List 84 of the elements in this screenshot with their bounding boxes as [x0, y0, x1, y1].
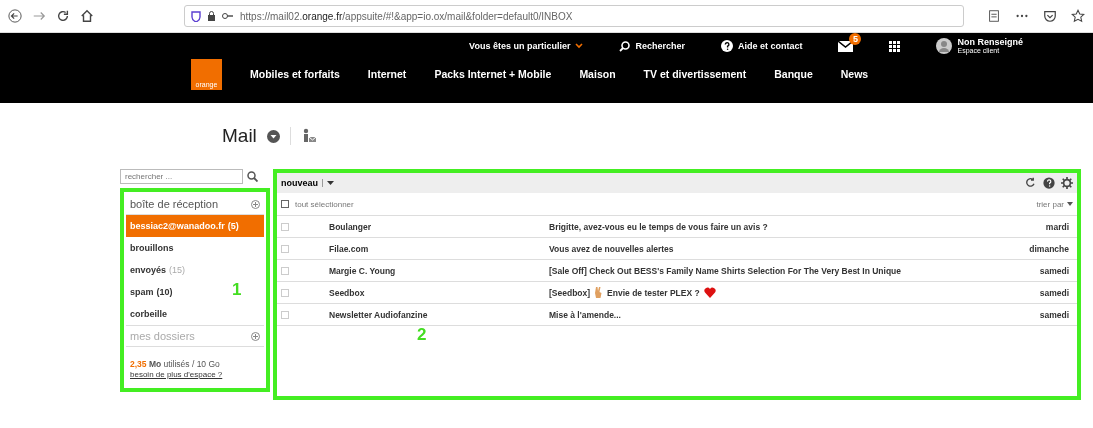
nav-link[interactable]: Mobiles et forfaits — [250, 68, 340, 90]
url-text: https://mail02.orange.fr/appsuite/#!&app=io.ox/mail&folder=default0/INBOX — [240, 10, 573, 22]
row-checkbox[interactable] — [281, 266, 289, 275]
avatar-icon[interactable] — [936, 38, 953, 54]
sender: Newsletter Audiofanzine — [329, 309, 429, 320]
message-subject: [Sale Off] Check Out BESS's Family Name Shirts Selection For The Very Best In Unique — [549, 265, 902, 276]
new-button[interactable]: nouveau — [281, 178, 334, 188]
nav-link[interactable]: News — [840, 68, 869, 90]
annotation-label: 1 — [232, 280, 242, 300]
row-checkbox[interactable] — [281, 310, 289, 319]
message-date: mardi — [1045, 221, 1069, 232]
search-link[interactable]: Rechercher — [619, 40, 685, 52]
folder-count: (10) — [156, 287, 173, 297]
folder-item[interactable]: envoyés (15) — [126, 259, 190, 281]
message-row[interactable]: Newsletter Audiofanzine Mise à l'amende... samedi — [277, 304, 1077, 326]
nav-link[interactable]: TV et divertissement — [643, 68, 747, 90]
lock-icon — [207, 11, 216, 21]
select-all-checkbox[interactable] — [281, 200, 289, 208]
nav-link[interactable]: Banque — [774, 68, 813, 90]
message-date: samedi — [1039, 287, 1069, 298]
message-row[interactable]: Seedbox [Seedbox] Envie de tester PLEX ? samedi — [277, 282, 1077, 304]
heart-icon — [703, 287, 716, 298]
folder-count: (15) — [169, 265, 186, 275]
user-name[interactable]: Non Renseigné — [957, 38, 1023, 47]
quota-text: 2,35 Mo utilisés / 10 Go — [130, 359, 220, 369]
add-folder-icon[interactable] — [251, 331, 260, 341]
sender: Margie C. Young — [329, 265, 397, 276]
hand-icon — [594, 287, 604, 298]
folder-item[interactable]: brouillons — [126, 237, 178, 259]
row-checkbox[interactable] — [281, 288, 289, 297]
search-field[interactable]: rechercher ... — [120, 169, 243, 184]
folder-item[interactable]: corbeille — [126, 303, 171, 325]
back-icon[interactable] — [8, 9, 22, 23]
add-folder-icon[interactable] — [251, 199, 260, 209]
nav-link[interactable]: Packs Internet + Mobile — [434, 68, 552, 90]
row-checkbox[interactable] — [281, 222, 289, 231]
pocket-icon[interactable] — [1043, 9, 1057, 23]
search-icon — [619, 40, 631, 52]
row-checkbox[interactable] — [281, 244, 289, 253]
help-link[interactable]: Aide et contact — [720, 40, 803, 52]
reader-icon[interactable] — [987, 9, 1001, 23]
star-icon[interactable] — [1071, 9, 1085, 23]
forward-icon[interactable] — [32, 9, 46, 23]
message-subject: Vous avez de nouvelles alertes — [549, 243, 674, 254]
caret-icon — [1067, 202, 1073, 206]
message-subject: Envie de tester PLEX ? — [607, 287, 700, 298]
dropdown-icon[interactable] — [266, 129, 280, 143]
select-all-label[interactable]: tout sélectionner — [295, 199, 354, 209]
message-row[interactable]: Margie C. Young [Sale Off] Check Out BESS's Family Name Shirts Selection For The Very Best In Unique samedi — [277, 260, 1077, 282]
nav-link[interactable]: Maison — [579, 68, 616, 90]
message-row[interactable]: Filae.com Vous avez de nouvelles alertes dimanche — [277, 238, 1077, 260]
apps-grid-icon[interactable] — [889, 40, 901, 52]
refresh-icon[interactable] — [1025, 177, 1037, 189]
folder-item[interactable]: spam (10) — [126, 281, 177, 303]
help-icon[interactable] — [1043, 177, 1055, 189]
message-subject: Brigitte, avez-vous eu le temps de vous faire un avis ? — [549, 221, 768, 232]
caret-icon — [575, 43, 584, 49]
sender: Filae.com — [329, 243, 370, 254]
key-icon — [222, 12, 234, 20]
message-date: samedi — [1039, 265, 1069, 276]
storage-link[interactable]: besoin de plus d'espace ? — [130, 370, 223, 379]
sort-menu[interactable]: trier par — [1036, 199, 1073, 209]
folder-count: (5) — [227, 221, 239, 231]
section-header[interactable]: boîte de réception — [130, 198, 219, 210]
address-bar[interactable]: https://mail02.orange.fr/appsuite/#!&app=io.ox/mail&folder=default0/INBOX — [184, 5, 964, 27]
help-icon — [720, 40, 733, 52]
settings-icon[interactable] — [1061, 177, 1073, 189]
sender: Boulanger — [329, 221, 373, 232]
nav-link[interactable]: Internet — [367, 68, 407, 90]
search-icon[interactable] — [247, 171, 258, 182]
home-icon[interactable] — [80, 9, 94, 23]
page-title: Mail — [222, 125, 257, 147]
mail-icon[interactable] — [838, 40, 854, 52]
message-subject: [Seedbox] — [549, 287, 591, 298]
message-subject: Mise à l'amende... — [549, 309, 621, 320]
message-row[interactable]: Boulanger Brigitte, avez-vous eu le temps de vous faire un avis ? mardi — [277, 216, 1077, 238]
reload-icon[interactable] — [56, 9, 70, 23]
shield-icon — [191, 10, 201, 22]
message-date: samedi — [1039, 309, 1069, 320]
message-date: dimanche — [1029, 243, 1069, 254]
segment-menu[interactable]: Vous êtes un particulier — [469, 41, 584, 51]
annotation-label: 2 — [417, 325, 427, 345]
sender: Seedbox — [329, 287, 366, 298]
caret-icon — [327, 180, 334, 186]
